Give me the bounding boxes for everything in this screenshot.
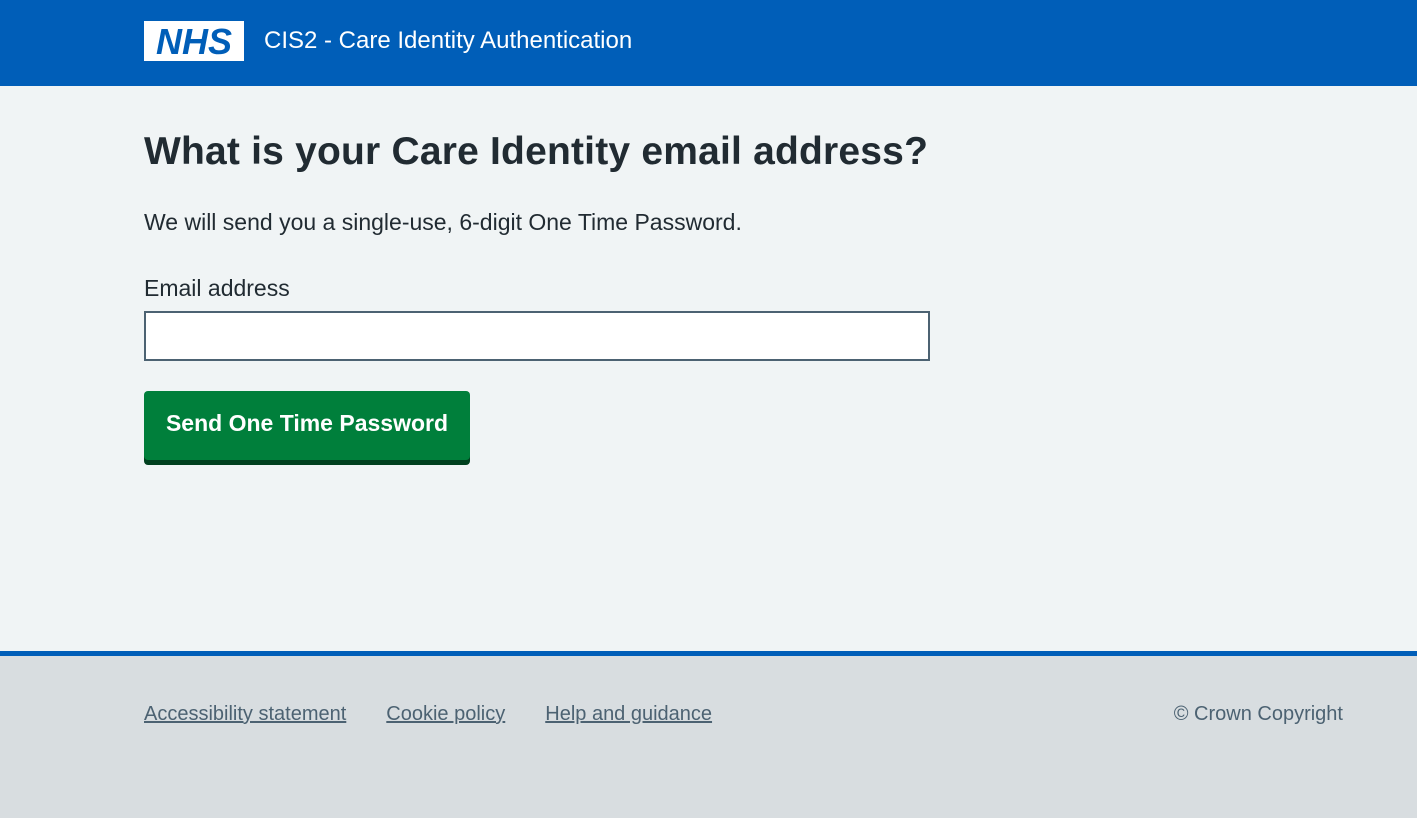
copyright-text: © Crown Copyright (1173, 703, 1343, 725)
email-input[interactable] (144, 311, 930, 361)
send-one-time-password-button[interactable]: Send One Time Password (144, 391, 470, 460)
lead-text: We will send you a single-use, 6-digit O… (144, 209, 742, 235)
service-name-link[interactable]: CIS2 - Care Identity Authentication (264, 21, 632, 61)
email-label: Email address (144, 275, 290, 301)
help-and-guidance-link[interactable]: Help and guidance (545, 700, 712, 728)
footer-links: Accessibility statement Cookie policy He… (144, 700, 752, 728)
site-header: NHS CIS2 - Care Identity Authentication (0, 0, 1417, 86)
nhs-logo-text: NHS (156, 21, 232, 61)
accessibility-statement-link[interactable]: Accessibility statement (144, 700, 346, 728)
nhs-logo[interactable]: NHS (144, 21, 244, 61)
site-footer: Accessibility statement Cookie policy He… (0, 651, 1417, 818)
header-container: NHS CIS2 - Care Identity Authentication (144, 21, 632, 61)
page-title: What is your Care Identity email address… (144, 130, 929, 173)
cookie-policy-link[interactable]: Cookie policy (386, 700, 505, 728)
